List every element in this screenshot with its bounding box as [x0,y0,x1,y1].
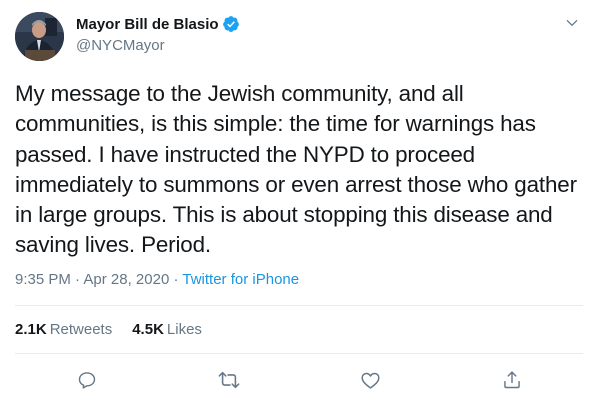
action-bar [0,366,598,394]
handle[interactable]: @NYCMayor [76,37,240,54]
tweet-stats: 2.1K Retweets 4.5K Likes [15,321,222,338]
verified-badge-icon [222,15,240,33]
meta-separator: · [173,271,179,288]
chevron-down-icon[interactable] [563,14,581,32]
tweet-text: My message to the Jewish community, and … [15,81,577,258]
divider [15,305,583,306]
divider [15,353,583,354]
tweet-date[interactable]: Apr 28, 2020 [83,271,169,288]
tweet-source-link[interactable]: Twitter for iPhone [182,271,299,288]
tweet-header: Mayor Bill de Blasio @NYCMayor [15,10,583,62]
display-name[interactable]: Mayor Bill de Blasio [76,16,219,33]
avatar[interactable] [15,12,64,61]
retweets-count: 2.1K [15,321,47,338]
likes-label: Likes [166,321,202,338]
share-icon[interactable] [498,366,526,394]
author-names: Mayor Bill de Blasio @NYCMayor [76,14,240,54]
tweet-meta: 9:35 PM · Apr 28, 2020 · Twitter for iPh… [15,271,299,288]
likes-count: 4.5K [132,321,164,338]
tweet-time[interactable]: 9:35 PM [15,271,71,288]
retweet-icon[interactable] [215,366,243,394]
reply-icon[interactable] [73,366,101,394]
heart-icon[interactable] [356,366,384,394]
likes-stat[interactable]: 4.5K Likes [132,321,202,338]
meta-separator: · [75,271,81,288]
retweets-label: Retweets [49,321,113,338]
retweets-stat[interactable]: 2.1K Retweets [15,321,112,338]
